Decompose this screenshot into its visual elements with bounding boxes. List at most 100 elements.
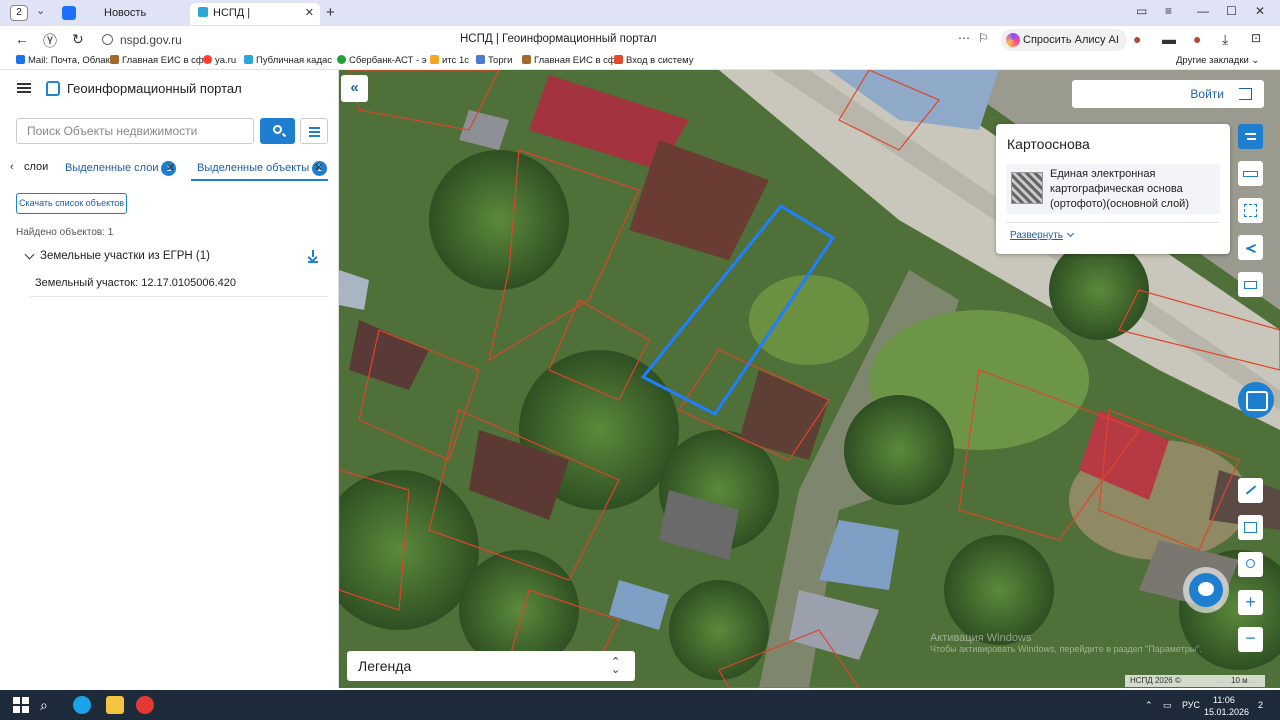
download-icon[interactable] (308, 250, 318, 263)
windows-start-icon[interactable] (12, 696, 30, 714)
other-bookmarks[interactable]: Другие закладки ⌄ (1176, 55, 1259, 66)
expand-button[interactable]: Развернуть (1010, 229, 1075, 241)
print-button[interactable] (1238, 272, 1263, 297)
sort-chevrons-icon: ⌃ ⌄ (611, 656, 621, 676)
collapse-panel-button[interactable]: « (341, 75, 368, 102)
yandex-icon[interactable]: Ⓨ (43, 31, 57, 51)
maximize-icon[interactable]: ☐ (1226, 4, 1237, 18)
tabs-scroll-left-icon[interactable]: ‹ (10, 161, 14, 173)
tab-nspd[interactable]: НСПД | Геоинформаци✕ (190, 3, 320, 39)
file-explorer-icon[interactable] (106, 696, 124, 714)
extension-icon-2[interactable]: ● (1193, 31, 1201, 47)
tab-label: Новость (104, 7, 147, 19)
zoom-out-button[interactable]: − (1238, 627, 1263, 652)
result-group[interactable]: Земельные участки из ЕГРН (1) (24, 249, 328, 266)
map-copyright: НСПД 2026 © 10 м (1125, 675, 1265, 687)
bookmark-login[interactable]: Вход в систему (614, 55, 694, 66)
close-tab-icon[interactable]: ✕ (305, 3, 314, 23)
network-icon[interactable]: ▭ (1163, 700, 1172, 711)
my-location-button[interactable] (1238, 478, 1263, 503)
bookmarks-bar: Mail: Почта, Облак Главная ЕИС в сф ya.r… (0, 54, 1280, 70)
select-area-icon (1244, 204, 1257, 217)
zoom-in-button[interactable]: + (1238, 590, 1263, 615)
print-icon (1244, 281, 1257, 289)
site-info-icon[interactable] (102, 34, 113, 45)
chevron-down-icon[interactable] (24, 249, 35, 260)
bookmark-collection-icon[interactable]: ▭ (1136, 4, 1147, 18)
reload-icon[interactable]: ↻ (72, 31, 84, 48)
address-bar: ← Ⓨ ↻ nspd.gov.ru НСПД | Геоинформационн… (0, 26, 1280, 54)
login-icon (1239, 88, 1252, 100)
menu-icon[interactable]: ≡ (1165, 4, 1172, 18)
share-button[interactable] (1238, 235, 1263, 260)
tray-expand-icon[interactable]: ⌃ (1145, 700, 1153, 711)
download-list-button[interactable]: Скачать список объектов (16, 193, 127, 214)
group-label: Земельные участки из ЕГРН (1) (40, 250, 210, 262)
alice-label: Спросить Алису AI (1023, 34, 1119, 46)
clock-date[interactable]: 15.01.2026 (1204, 707, 1249, 717)
search-icon (273, 125, 282, 134)
bookmark-cadastre[interactable]: Публичная кадас (244, 55, 332, 66)
ruler-icon (1243, 171, 1258, 177)
browser-logo-icon[interactable] (62, 6, 76, 20)
minimize-icon[interactable]: — (1197, 4, 1209, 18)
search-input[interactable] (17, 119, 253, 143)
filter-button[interactable] (300, 118, 328, 144)
tab-novost[interactable]: Новость (96, 3, 186, 25)
menu-burger-icon[interactable] (17, 83, 31, 93)
panel-tabs: ‹ слои Выделенные слои 1 ✕ Выделенные объ… (0, 158, 339, 181)
windows-activation-watermark: Активация Windows Чтобы активировать Win… (930, 632, 1202, 654)
activation-subtitle: Чтобы активировать Windows, перейдите в … (930, 644, 1202, 654)
extension-hat-icon[interactable]: ▬ (1162, 31, 1176, 47)
notification-count[interactable]: 2 (1258, 700, 1263, 710)
expand-label: Развернуть (1010, 230, 1064, 241)
minimap-button[interactable] (1238, 515, 1263, 540)
bookmark-torgi[interactable]: Торги (476, 55, 512, 66)
more-icon[interactable]: ⋯ (958, 31, 970, 45)
tabs-chevron-icon[interactable]: ⌄ (36, 4, 45, 17)
url-field[interactable]: nspd.gov.ru (120, 33, 182, 47)
close-tab-selected-objects-icon[interactable]: ✕ (314, 161, 323, 174)
select-area-tool-button[interactable] (1238, 198, 1263, 223)
login-button[interactable]: Войти (1072, 80, 1264, 108)
bookmark-ya[interactable]: ya.ru (203, 55, 236, 66)
search-icon[interactable]: ⌕ (40, 696, 58, 714)
measure-tool-button[interactable] (1238, 161, 1263, 186)
chat-button[interactable] (1183, 567, 1229, 613)
list-item[interactable]: Земельный участок: 12.17.0105006.420 (30, 272, 328, 297)
tab-label: Выделенные слои (65, 162, 159, 174)
layers-tool-button[interactable] (1238, 124, 1263, 149)
tab-layers[interactable]: слои (24, 161, 48, 173)
basemap-layer-item[interactable]: Единая электронная картографическая осно… (1006, 164, 1220, 214)
ask-alice-button[interactable]: Спросить Алису AI (1001, 29, 1127, 51)
eraser-icon (1245, 133, 1256, 135)
edge-icon[interactable] (73, 696, 91, 714)
tab-selected-layers[interactable]: Выделенные слои 1 (65, 161, 177, 176)
portal-logo-icon (46, 81, 60, 96)
close-tab-selected-layers-icon[interactable]: ✕ (166, 161, 175, 174)
bookmark-mail[interactable]: Mail: Почта, Облак (16, 55, 110, 66)
bookmark-eis[interactable]: Главная ЕИС в сф (110, 55, 204, 66)
clock-time[interactable]: 11:06 (1213, 695, 1235, 705)
tab-count-button[interactable]: 2 (10, 5, 28, 21)
downloads-icon[interactable]: ⤓ (1222, 31, 1228, 48)
tab-selected-objects[interactable]: Выделенные объекты 1 (197, 161, 328, 176)
feedback-button[interactable] (1238, 382, 1274, 418)
bookmark-icon[interactable]: ⚐ (978, 31, 989, 45)
geolocation-button[interactable] (1238, 552, 1263, 577)
its-icon (430, 55, 439, 64)
keyboard-language[interactable]: РУС (1182, 700, 1200, 710)
back-icon[interactable]: ← (15, 31, 29, 47)
bookmark-its[interactable]: итс 1с (430, 55, 469, 66)
legend-button[interactable]: Легенда ⌃ ⌄ (347, 651, 635, 681)
close-window-icon[interactable]: ✕ (1255, 4, 1265, 18)
new-tab-icon[interactable]: + (326, 4, 335, 21)
search-button[interactable] (260, 118, 295, 144)
minimap-icon (1244, 522, 1257, 533)
chat-icon (1189, 573, 1223, 607)
yandex-browser-icon[interactable] (136, 696, 154, 714)
bookmark-sberbank[interactable]: Сбербанк-АСТ - э (337, 55, 427, 66)
bookmark-eis-2[interactable]: Главная ЕИС в сф (522, 55, 616, 66)
extension-icon[interactable]: ● (1133, 31, 1141, 47)
extensions-icon[interactable]: ⊡ (1251, 31, 1261, 45)
